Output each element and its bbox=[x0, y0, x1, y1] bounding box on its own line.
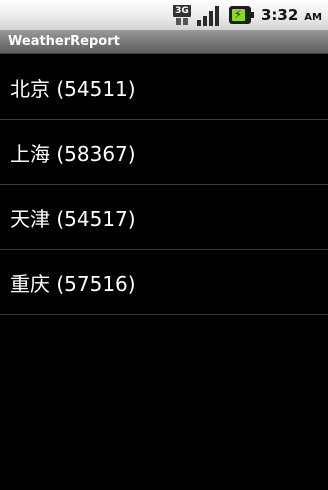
app-title: WeatherReport bbox=[8, 34, 120, 49]
signal-icon bbox=[196, 4, 219, 26]
list-item-label: 北京 (54511) bbox=[10, 76, 136, 101]
status-bar: 3G ⚡ 3:32 AM bbox=[0, 0, 328, 30]
list-item-beijing[interactable]: 北京 (54511) bbox=[0, 55, 328, 120]
status-ampm: AM bbox=[304, 11, 322, 23]
3g-icon: 3G bbox=[172, 4, 193, 26]
3g-label: 3G bbox=[172, 5, 191, 17]
list-item-shanghai[interactable]: 上海 (58367) bbox=[0, 120, 328, 185]
list-item-label: 重庆 (57516) bbox=[10, 271, 136, 296]
list-item-chongqing[interactable]: 重庆 (57516) bbox=[0, 250, 328, 315]
data-arrows bbox=[175, 18, 190, 25]
status-icons: 3G ⚡ 3:32 AM bbox=[172, 4, 322, 26]
list-item-label: 天津 (54517) bbox=[10, 206, 136, 231]
city-list: 北京 (54511) 上海 (58367) 天津 (54517) 重庆 (575… bbox=[0, 55, 328, 315]
list-item-tianjin[interactable]: 天津 (54517) bbox=[0, 185, 328, 250]
status-time: 3:32 bbox=[260, 6, 299, 24]
list-item-label: 上海 (58367) bbox=[10, 141, 136, 166]
title-bar: WeatherReport bbox=[0, 30, 328, 54]
battery-icon: ⚡ bbox=[228, 6, 254, 24]
